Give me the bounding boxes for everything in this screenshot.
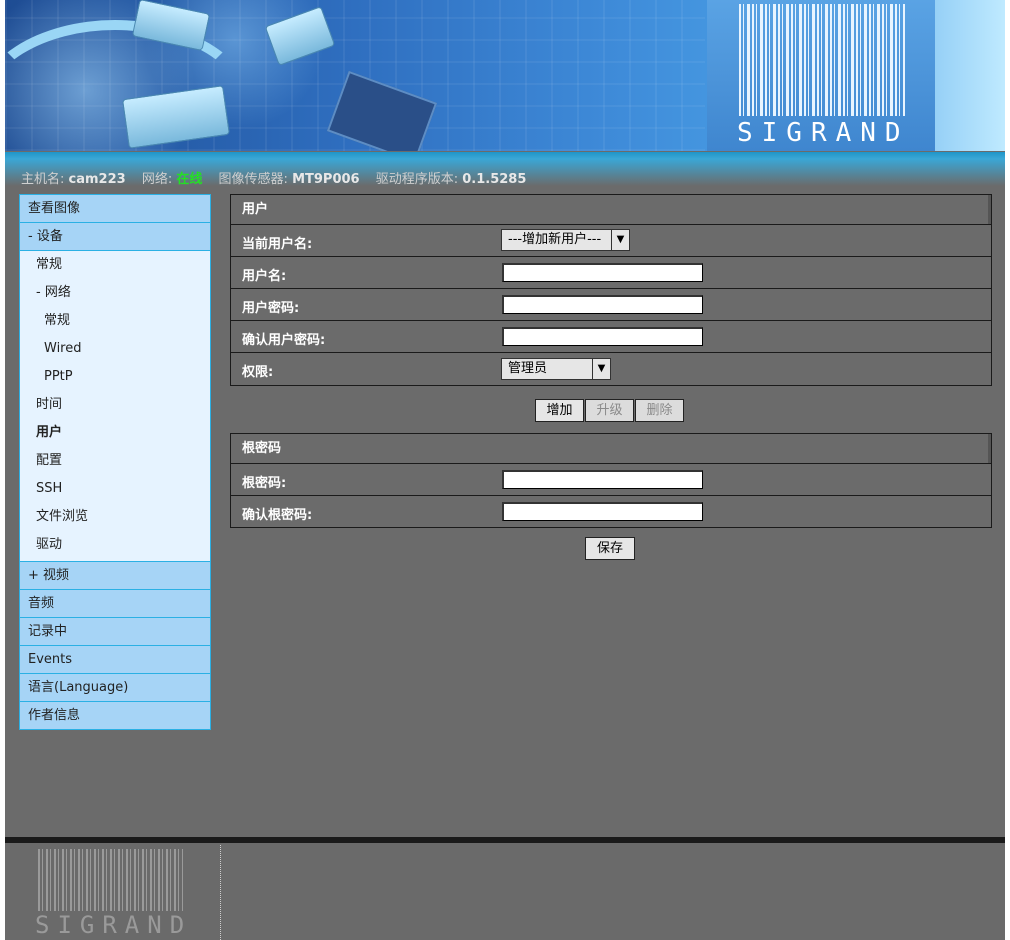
nav-network[interactable]: - 网络 xyxy=(20,279,210,307)
sidebar-nav: 查看图像 - 设备 常规 - 网络 常规 Wired PPtP 时间 用户 配置… xyxy=(19,194,211,730)
root-password-label: 根密码: xyxy=(242,476,287,491)
user-panel: 用户 当前用户名: ---增加新用户--- ▼ 用户名: 用户密码: 确认用户密… xyxy=(230,194,992,386)
nav-pptp[interactable]: PPtP xyxy=(20,363,210,391)
password-input[interactable] xyxy=(502,295,703,314)
root-password-input[interactable] xyxy=(502,470,703,489)
root-password-panel: 根密码 根密码: 确认根密码: xyxy=(230,433,992,528)
permission-label: 权限: xyxy=(242,365,274,380)
barcode-graphic xyxy=(739,4,905,116)
status-line: 主机名: cam223 网络: 在线 图像传感器: MT9P006 驱动程序版本… xyxy=(21,168,538,187)
nav-audio[interactable]: 音频 xyxy=(20,590,210,618)
permission-row: 权限: 管理员 ▼ xyxy=(231,353,991,385)
confirm-root-password-label: 确认根密码: xyxy=(242,508,313,523)
nav-recording[interactable]: 记录中 xyxy=(20,618,210,646)
confirm-root-password-input[interactable] xyxy=(502,502,703,521)
add-user-button[interactable]: 增加 xyxy=(535,399,584,422)
nav-network-general[interactable]: 常规 xyxy=(20,307,210,335)
nav-device-group: 常规 - 网络 常规 Wired PPtP 时间 用户 配置 SSH 文件浏览 … xyxy=(20,251,210,562)
username-label: 用户名: xyxy=(242,269,287,284)
footer-barcode-graphic xyxy=(38,849,183,911)
upgrade-user-button[interactable]: 升级 xyxy=(585,399,634,422)
nav-language[interactable]: 语言(Language) xyxy=(20,674,210,702)
current-user-label: 当前用户名: xyxy=(242,237,313,252)
hostname-value: cam223 xyxy=(68,172,126,187)
nav-time[interactable]: 时间 xyxy=(20,391,210,419)
username-input[interactable] xyxy=(502,263,703,282)
nav-video[interactable]: + 视频 xyxy=(20,562,210,590)
delete-user-button[interactable]: 删除 xyxy=(635,399,684,422)
nav-file-browse[interactable]: 文件浏览 xyxy=(20,503,210,531)
driver-version-label: 驱动程序版本: xyxy=(375,172,459,187)
user-panel-title: 用户 xyxy=(231,195,991,225)
permission-select-value: 管理员 xyxy=(508,361,548,376)
page-frame: SIGRAND 主机名: cam223 网络: 在线 图像传感器: MT9P00… xyxy=(5,0,1005,940)
logo-text: SIGRAND xyxy=(737,118,910,148)
header-banner: SIGRAND xyxy=(5,0,1005,151)
driver-version-value: 0.1.5285 xyxy=(462,172,527,187)
network-label: 网络: xyxy=(141,172,173,187)
nav-ssh[interactable]: SSH xyxy=(20,475,210,503)
root-password-row: 根密码: xyxy=(231,464,991,496)
status-bar: 主机名: cam223 网络: 在线 图像传感器: MT9P006 驱动程序版本… xyxy=(5,152,1005,187)
save-button[interactable]: 保存 xyxy=(585,537,635,560)
nav-device[interactable]: - 设备 xyxy=(20,223,210,251)
nav-driver[interactable]: 驱动 xyxy=(20,531,210,559)
current-user-row: 当前用户名: ---增加新用户--- ▼ xyxy=(231,225,991,257)
dropdown-arrow-icon: ▼ xyxy=(611,230,629,250)
footer-logo-text: SIGRAND xyxy=(35,911,193,939)
confirm-root-password-row: 确认根密码: xyxy=(231,496,991,527)
sigrand-logo: SIGRAND xyxy=(707,0,935,151)
confirm-password-input[interactable] xyxy=(502,327,703,346)
password-row: 用户密码: xyxy=(231,289,991,321)
confirm-password-row: 确认用户密码: xyxy=(231,321,991,353)
dropdown-arrow-icon: ▼ xyxy=(592,359,610,379)
nav-general[interactable]: 常规 xyxy=(20,251,210,279)
nav-config[interactable]: 配置 xyxy=(20,447,210,475)
current-user-select-value: ---增加新用户--- xyxy=(508,232,602,247)
root-panel-title: 根密码 xyxy=(231,434,991,464)
sensor-label: 图像传感器: xyxy=(218,172,288,187)
password-label: 用户密码: xyxy=(242,301,300,316)
network-status-value: 在线 xyxy=(176,172,203,187)
footer: SIGRAND xyxy=(5,843,1005,940)
current-user-select[interactable]: ---增加新用户--- ▼ xyxy=(501,229,630,251)
footer-divider xyxy=(220,845,221,940)
hostname-label: 主机名: xyxy=(21,172,65,187)
nav-view-image[interactable]: 查看图像 xyxy=(20,195,210,223)
permission-select[interactable]: 管理员 ▼ xyxy=(501,358,611,380)
username-row: 用户名: xyxy=(231,257,991,289)
nav-wired[interactable]: Wired xyxy=(20,335,210,363)
nav-author[interactable]: 作者信息 xyxy=(20,702,210,729)
nav-events[interactable]: Events xyxy=(20,646,210,674)
confirm-password-label: 确认用户密码: xyxy=(242,333,326,348)
sensor-value: MT9P006 xyxy=(292,172,360,187)
nav-user[interactable]: 用户 xyxy=(20,419,210,447)
